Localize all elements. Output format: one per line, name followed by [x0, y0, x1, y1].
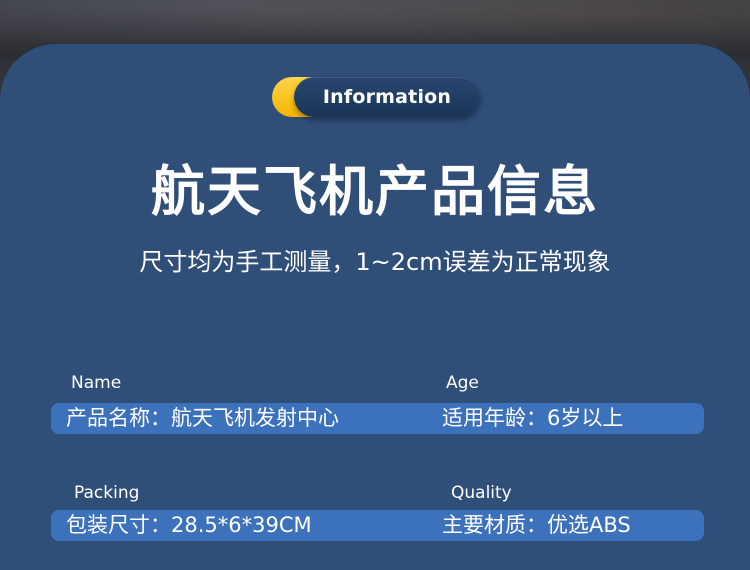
- packing-label: Packing: [74, 483, 140, 503]
- packing-size-value: 包装尺寸：28.5*6*39CM: [66, 513, 312, 537]
- quality-label: Quality: [451, 483, 512, 503]
- age-value: 适用年龄：6岁以上: [442, 406, 624, 430]
- age-label: Age: [446, 373, 479, 393]
- badge-label: Information: [322, 86, 452, 108]
- page-subtitle: 尺寸均为手工测量，1~2cm误差为正常现象: [139, 248, 611, 276]
- information-badge: Information: [272, 77, 482, 117]
- name-label: Name: [71, 373, 122, 393]
- material-value: 主要材质：优选ABS: [442, 513, 631, 537]
- page-title: 航天飞机产品信息: [151, 160, 599, 223]
- product-name-value: 产品名称：航天飞机发射中心: [66, 406, 339, 430]
- badge-body: Information: [294, 77, 480, 117]
